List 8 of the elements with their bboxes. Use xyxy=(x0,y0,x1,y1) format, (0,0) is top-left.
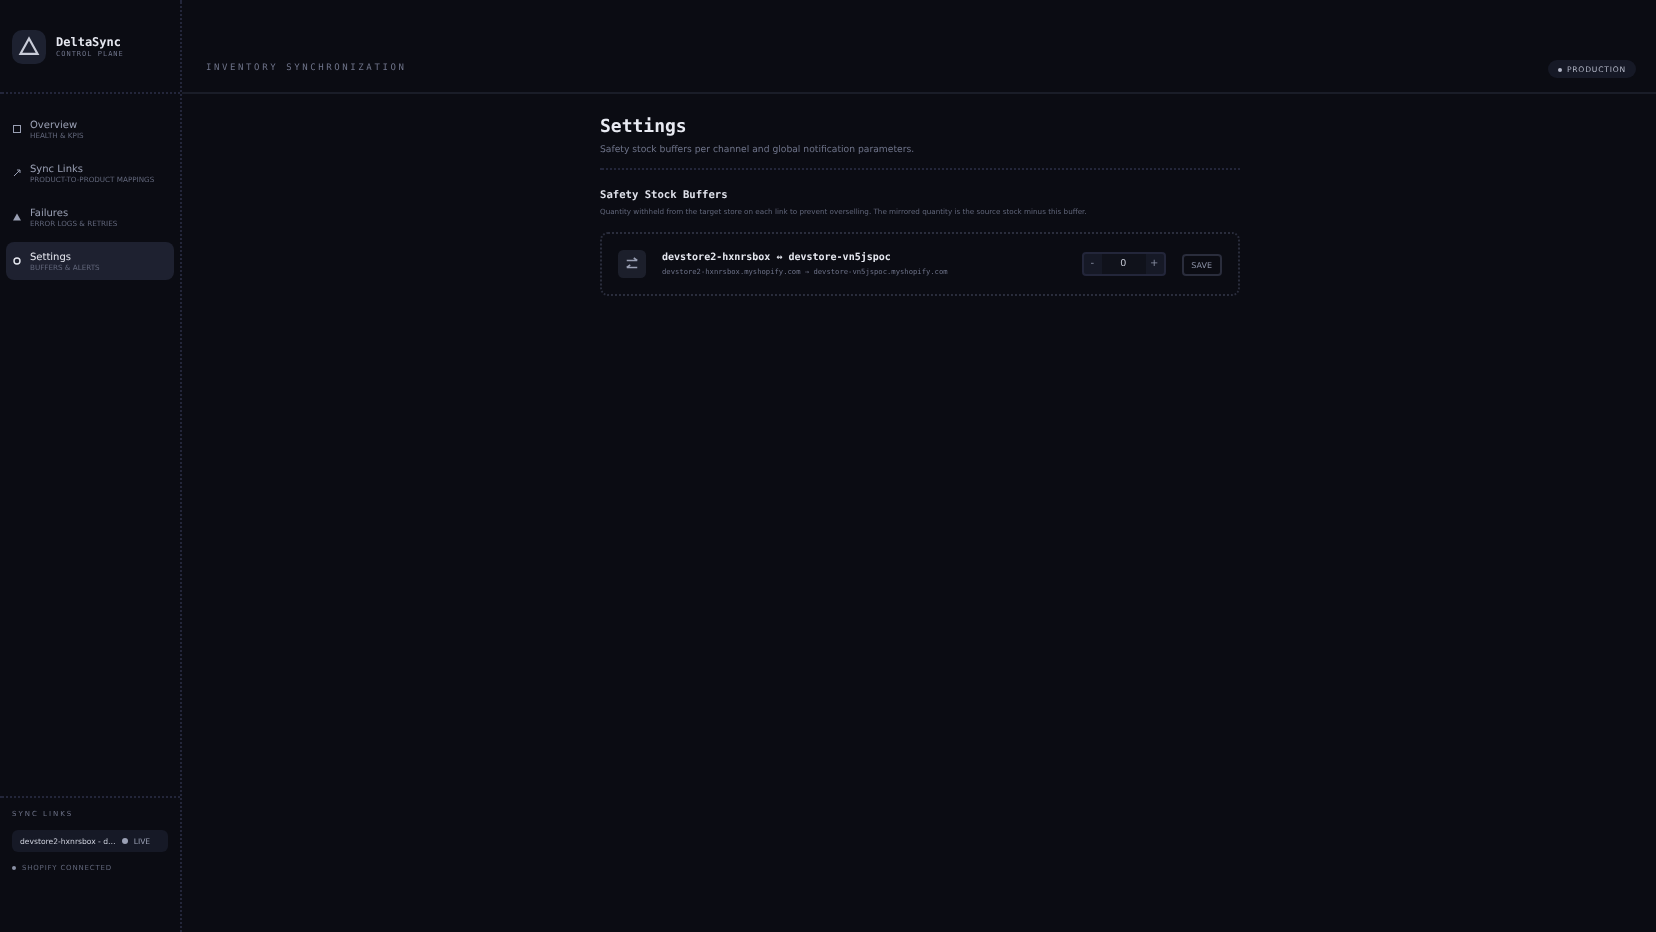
swap-icon xyxy=(618,250,646,278)
logo-icon xyxy=(12,29,46,63)
nav-icon xyxy=(12,256,22,266)
status-dot xyxy=(121,838,128,844)
page-title: Settings xyxy=(600,118,689,138)
nav-icon xyxy=(12,168,22,178)
nav-icon xyxy=(12,124,22,134)
nav-icon xyxy=(12,212,22,222)
